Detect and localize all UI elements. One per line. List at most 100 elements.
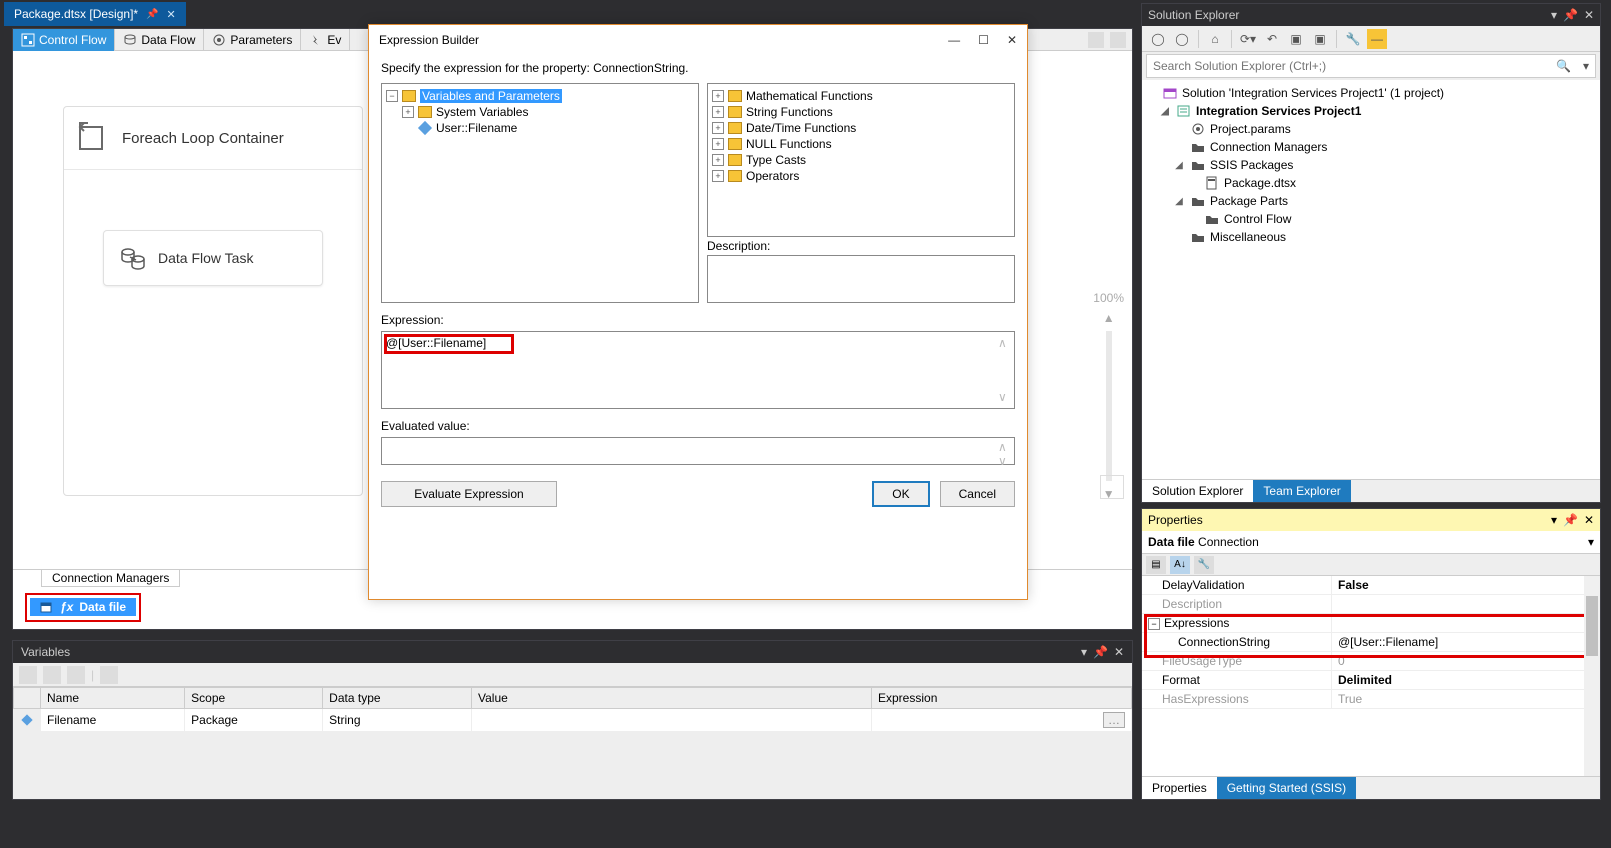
expand-icon[interactable]: +: [712, 122, 724, 134]
dropdown-icon[interactable]: ▾: [1551, 513, 1557, 527]
misc-node[interactable]: Miscellaneous: [1144, 228, 1598, 246]
solution-node[interactable]: Solution 'Integration Services Project1'…: [1144, 84, 1598, 102]
col-expression[interactable]: Expression: [872, 688, 1132, 709]
type-casts-node[interactable]: +Type Casts: [712, 152, 1010, 168]
tab-event-handlers[interactable]: Ev: [301, 29, 350, 51]
prop-file-usage-type[interactable]: FileUsageType 0: [1142, 652, 1600, 671]
solution-search-input[interactable]: [1147, 55, 1550, 77]
collapse-icon[interactable]: −: [386, 90, 398, 102]
tab-getting-started[interactable]: Getting Started (SSIS): [1217, 777, 1356, 799]
search-icon[interactable]: 🔍: [1550, 59, 1577, 73]
system-vars-node[interactable]: + System Variables: [386, 104, 694, 120]
conn-managers-node[interactable]: Connection Managers: [1144, 138, 1598, 156]
solution-search[interactable]: 🔍 ▾: [1146, 54, 1596, 78]
zoom-slider[interactable]: 100% ▲ ▼: [1093, 291, 1124, 501]
tab-data-flow[interactable]: Data Flow: [115, 29, 204, 51]
expand-icon[interactable]: +: [402, 106, 414, 118]
functions-tree[interactable]: +Mathematical Functions +String Function…: [707, 83, 1015, 237]
close-icon[interactable]: ✕: [1114, 645, 1124, 659]
math-functions-node[interactable]: +Mathematical Functions: [712, 88, 1010, 104]
var-name[interactable]: Filename: [41, 709, 185, 732]
pin-icon[interactable]: 📌: [1563, 8, 1578, 22]
col-name[interactable]: Name: [41, 688, 185, 709]
tab-properties[interactable]: Properties: [1142, 777, 1217, 799]
close-icon[interactable]: ✕: [167, 8, 176, 21]
tab-solution-explorer[interactable]: Solution Explorer: [1142, 480, 1253, 502]
project-node[interactable]: ◢ Integration Services Project1: [1144, 102, 1598, 120]
var-datatype[interactable]: String: [323, 709, 472, 732]
properties-scrollbar[interactable]: [1584, 576, 1600, 776]
tab-parameters[interactable]: Parameters: [204, 29, 301, 51]
prop-description[interactable]: Description: [1142, 595, 1600, 614]
prop-connection-string[interactable]: ConnectionString @[User::Filename]: [1142, 633, 1600, 652]
sync-button[interactable]: ⟳▾: [1238, 29, 1258, 49]
fit-to-screen-button[interactable]: [1100, 475, 1124, 499]
foreach-loop-container[interactable]: Foreach Loop Container Data Flow Task: [63, 106, 363, 496]
var-value[interactable]: [472, 709, 872, 732]
string-functions-node[interactable]: +String Functions: [712, 104, 1010, 120]
close-icon[interactable]: ✕: [1584, 513, 1594, 527]
close-icon[interactable]: ✕: [1584, 8, 1594, 22]
solution-explorer-titlebar[interactable]: Solution Explorer ▾ 📌 ✕: [1142, 4, 1600, 26]
preview-button[interactable]: —: [1367, 29, 1387, 49]
pin-icon[interactable]: 📌: [1563, 513, 1578, 527]
maximize-icon[interactable]: ☐: [978, 33, 989, 47]
control-flow-part-node[interactable]: Control Flow: [1144, 210, 1598, 228]
eval-spinner[interactable]: ∧∨: [998, 440, 1012, 462]
vars-params-node[interactable]: − Variables and Parameters: [386, 88, 694, 104]
expand-icon[interactable]: ◢: [1172, 196, 1186, 207]
delete-variable-button[interactable]: [43, 666, 61, 684]
variables-tree[interactable]: − Variables and Parameters + System Vari…: [381, 83, 699, 303]
package-parts-node[interactable]: ◢ Package Parts: [1144, 192, 1598, 210]
dialog-titlebar[interactable]: Expression Builder — ☐ ✕: [369, 25, 1027, 55]
add-variable-button[interactable]: [19, 666, 37, 684]
chevron-up-icon[interactable]: ▲: [1103, 311, 1115, 325]
prop-expressions[interactable]: −Expressions: [1142, 614, 1600, 633]
toolbar-btn-2[interactable]: [1110, 32, 1126, 48]
expand-icon[interactable]: +: [712, 154, 724, 166]
connection-data-file[interactable]: ƒx Data file: [30, 598, 136, 616]
dropdown-icon[interactable]: ▾: [1081, 645, 1087, 659]
properties-grid[interactable]: DelayValidation False Description −Expre…: [1142, 576, 1600, 776]
col-scope[interactable]: Scope: [185, 688, 323, 709]
solution-tree[interactable]: Solution 'Integration Services Project1'…: [1142, 80, 1600, 479]
back-button[interactable]: ◯: [1148, 29, 1168, 49]
dropdown-icon[interactable]: ▾: [1551, 8, 1557, 22]
prop-has-expressions[interactable]: HasExpressions True: [1142, 690, 1600, 709]
expression-scrollbar[interactable]: ∧∨: [998, 336, 1012, 404]
evaluate-expression-button[interactable]: Evaluate Expression: [381, 481, 557, 507]
properties-button[interactable]: 🔧: [1343, 29, 1363, 49]
alphabetical-button[interactable]: A↓: [1170, 556, 1190, 574]
operators-node[interactable]: +Operators: [712, 168, 1010, 184]
expand-icon[interactable]: +: [712, 138, 724, 150]
var-expression[interactable]: …: [872, 709, 1132, 732]
expand-icon[interactable]: +: [712, 170, 724, 182]
zoom-track[interactable]: [1106, 331, 1112, 481]
scrollbar-thumb[interactable]: [1586, 596, 1598, 656]
expression-textbox[interactable]: @[User::Filename] ∧∨: [381, 331, 1015, 409]
show-all-button[interactable]: ▣: [1310, 29, 1330, 49]
variables-title-bar[interactable]: Variables ▾ 📌 ✕: [13, 641, 1132, 663]
tab-control-flow[interactable]: Control Flow: [13, 29, 115, 51]
datetime-functions-node[interactable]: +Date/Time Functions: [712, 120, 1010, 136]
document-tab-package[interactable]: Package.dtsx [Design]* 📌 ✕: [4, 2, 186, 26]
refresh-button[interactable]: ↶: [1262, 29, 1282, 49]
col-datatype[interactable]: Data type: [323, 688, 472, 709]
close-icon[interactable]: ✕: [1007, 33, 1017, 47]
col-value[interactable]: Value: [472, 688, 872, 709]
cancel-button[interactable]: Cancel: [940, 481, 1015, 507]
pin-icon[interactable]: 📌: [146, 9, 158, 20]
categorized-button[interactable]: ▤: [1146, 556, 1166, 574]
foreach-body[interactable]: Data Flow Task: [64, 169, 362, 469]
collapse-button[interactable]: ▣: [1286, 29, 1306, 49]
minimize-icon[interactable]: —: [948, 33, 960, 47]
move-variable-button[interactable]: [67, 666, 85, 684]
search-dropdown-icon[interactable]: ▾: [1577, 59, 1595, 73]
ok-button[interactable]: OK: [872, 481, 929, 507]
pin-icon[interactable]: 📌: [1093, 645, 1108, 659]
data-flow-task[interactable]: Data Flow Task: [103, 230, 323, 286]
collapse-icon[interactable]: −: [1148, 618, 1160, 630]
forward-button[interactable]: ◯: [1172, 29, 1192, 49]
prop-delay-validation[interactable]: DelayValidation False: [1142, 576, 1600, 595]
expand-icon[interactable]: ◢: [1172, 160, 1186, 171]
